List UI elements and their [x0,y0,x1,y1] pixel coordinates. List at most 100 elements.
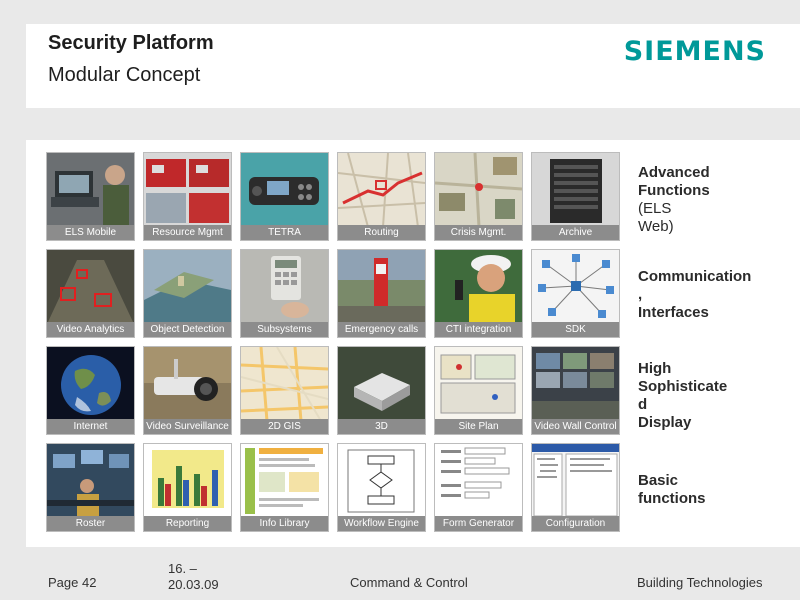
tile-configuration[interactable]: Configuration [531,443,620,532]
tile-label: Roster [47,516,134,531]
tile-label: SDK [532,322,619,337]
tile-els-mobile[interactable]: ELS Mobile [46,152,135,241]
category-line: functions [638,490,706,507]
tile-2d-gis[interactable]: 2D GIS [240,346,329,435]
tile-tetra[interactable]: TETRA [240,152,329,241]
slide-title: Security Platform [48,32,214,54]
tile-roster[interactable]: Roster [46,443,135,532]
tile-label: Resource Mgmt [144,225,231,240]
floor-plan-image [435,347,522,421]
tile-label: 3D [338,419,425,434]
network-diagram-image [532,250,619,324]
category-line: Basic [638,472,679,489]
tile-label: CTI integration [435,322,522,337]
tile-label: Configuration [532,516,619,531]
tile-routing[interactable]: Routing [337,152,426,241]
tile-label: Archive [532,225,619,240]
category-advanced-functions: Advanced Functions (ELS Web) [638,164,778,236]
tile-label: Emergency calls [338,322,425,337]
footer-date: 16. – 20.03.09 [168,561,219,593]
siemens-logo: SIEMENS [623,36,766,67]
tile-label: Object Detection [144,322,231,337]
3d-area-image [144,250,231,324]
category-line: , [638,286,643,303]
tile-label: Internet [47,419,134,434]
footer-right-text: Building Technologies [637,575,763,590]
tile-label: Workflow Engine [338,516,425,531]
config-window-image [532,444,619,518]
form-image [435,444,522,518]
category-communication-interfaces: Communication , Interfaces [638,268,778,322]
tile-label: Info Library [241,516,328,531]
category-line: Sophisticate [638,378,728,395]
server-rack-image [532,153,619,227]
tile-sdk[interactable]: SDK [531,249,620,338]
city-map-image [241,347,328,421]
tile-resource-mgmt[interactable]: Resource Mgmt [143,152,232,241]
category-line: Advanced [638,164,710,181]
tile-video-surveillance[interactable]: Video Surveillance [143,346,232,435]
slide-header: Security Platform Modular Concept SIEMEN… [26,24,800,108]
category-basic-functions: Basic functions [638,472,778,508]
tile-label: 2D GIS [241,419,328,434]
tile-info-library[interactable]: Info Library [240,443,329,532]
category-line: Display [638,414,692,431]
tile-label: Video Analytics [47,322,134,337]
tile-label: Reporting [144,516,231,531]
parking-garage-image [47,250,134,324]
category-line: Web) [638,218,674,235]
globe-image [47,347,134,421]
category-line: Functions [638,182,710,199]
category-line: d [638,396,648,413]
3d-building-image [338,347,425,421]
footer-date-line: 16. – [168,561,197,576]
emergency-callbox-image [338,250,425,324]
page-number: Page 42 [48,575,97,590]
flowchart-image [338,444,425,518]
video-wall-image [532,347,619,421]
radio-device-image [241,153,328,227]
bar-chart-image [144,444,231,518]
category-line: Communication [638,268,752,285]
tile-video-wall-control[interactable]: Video Wall Control [531,346,620,435]
tile-site-plan[interactable]: Site Plan [434,346,523,435]
laptop-in-car-image [47,153,134,227]
worker-with-radio-image [435,250,522,324]
slide-subtitle: Modular Concept [48,64,201,86]
security-camera-image [144,347,231,421]
tile-label: Routing [338,225,425,240]
route-map-image [338,153,425,227]
tile-crisis-mgmt[interactable]: Crisis Mgmt. [434,152,523,241]
keypad-reader-image [241,250,328,324]
tile-label: Video Wall Control [532,419,619,434]
tile-workflow-engine[interactable]: Workflow Engine [337,443,426,532]
control-room-image [47,444,134,518]
fire-trucks-image [144,153,231,227]
tile-reporting[interactable]: Reporting [143,443,232,532]
tile-cti-integration[interactable]: CTI integration [434,249,523,338]
tile-subsystems[interactable]: Subsystems [240,249,329,338]
category-line: (ELS [638,200,672,217]
tile-label: Crisis Mgmt. [435,225,522,240]
category-line: Interfaces [638,304,709,321]
document-page-image [241,444,328,518]
module-panel: ELS Mobile Resource Mgmt TETRA Routing C… [26,140,800,547]
tile-emergency-calls[interactable]: Emergency calls [337,249,426,338]
tile-3d[interactable]: 3D [337,346,426,435]
tile-video-analytics[interactable]: Video Analytics [46,249,135,338]
tile-internet[interactable]: Internet [46,346,135,435]
tile-label: ELS Mobile [47,225,134,240]
crisis-map-image [435,153,522,227]
footer-center-text: Command & Control [350,575,468,590]
tile-label: TETRA [241,225,328,240]
tile-object-detection[interactable]: Object Detection [143,249,232,338]
category-line: High [638,360,672,377]
tile-label: Video Surveillance [144,419,231,434]
tile-label: Site Plan [435,419,522,434]
footer-date-line: 20.03.09 [168,577,219,592]
tile-label: Subsystems [241,322,328,337]
tile-form-generator[interactable]: Form Generator [434,443,523,532]
tile-archive[interactable]: Archive [531,152,620,241]
tile-label: Form Generator [435,516,522,531]
category-high-sophisticated-display: High Sophisticate d Display [638,360,778,432]
